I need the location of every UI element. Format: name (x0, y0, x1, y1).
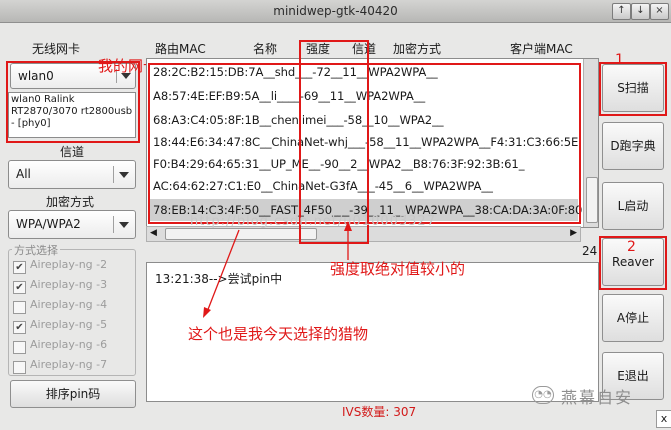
close-x-button[interactable]: x (656, 410, 671, 428)
arrowhead (344, 221, 352, 231)
wechat-icon: ◔◔ (532, 386, 554, 404)
prey-annotation: 这个也是我今天选择的猎物 (188, 325, 369, 343)
arrow-line (206, 229, 240, 313)
strength-annotation: 强度取绝对值较小的 (330, 260, 466, 278)
ivs-count: IVS数量: 307 (342, 405, 417, 419)
arrowhead (203, 307, 211, 318)
watermark-brand: 燕幕自安 (561, 388, 634, 407)
annotation-arrows (203, 221, 352, 318)
